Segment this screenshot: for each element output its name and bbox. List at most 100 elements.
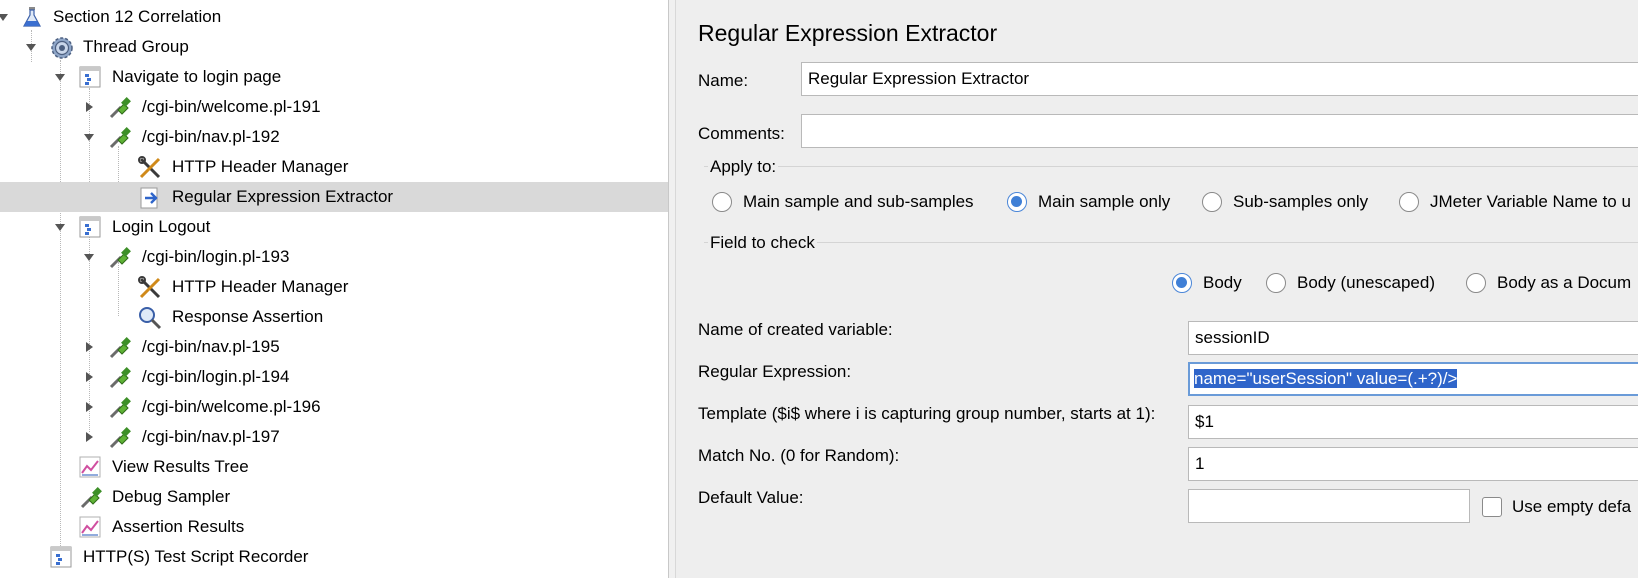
tree-node-label: /cgi-bin/login.pl-194 bbox=[142, 367, 290, 386]
radio-button[interactable] bbox=[1202, 192, 1222, 212]
radio-button[interactable] bbox=[1466, 273, 1486, 293]
tree-node-label: HTTP Header Manager bbox=[172, 157, 349, 176]
radio-main-and-sub-samples[interactable]: Main sample and sub-samples bbox=[712, 189, 974, 215]
comments-label: Comments: bbox=[698, 124, 785, 143]
tree-node-label: /cgi-bin/nav.pl-197 bbox=[142, 427, 280, 446]
thread-group-gear-icon bbox=[49, 35, 73, 59]
radio-main-sample-only[interactable]: Main sample only bbox=[1007, 189, 1170, 215]
tree-node-label: Assertion Results bbox=[112, 517, 245, 536]
tree-node-label: Regular Expression Extractor bbox=[172, 187, 394, 206]
expand-toggle-icon[interactable] bbox=[82, 400, 96, 414]
collapse-toggle-icon[interactable] bbox=[53, 70, 67, 84]
http-sampler-pipette-icon bbox=[107, 95, 131, 119]
tree-node-label: /cgi-bin/login.pl-193 bbox=[142, 247, 290, 266]
tree-node-http-sampler[interactable]: /cgi-bin/nav.pl-195 bbox=[0, 332, 668, 362]
radio-body-unescaped[interactable]: Body (unescaped) bbox=[1266, 270, 1435, 296]
header-manager-tools-icon bbox=[137, 275, 161, 299]
recorder-icon bbox=[49, 545, 73, 569]
tree-node-http-sampler[interactable]: /cgi-bin/nav.pl-197 bbox=[0, 422, 668, 452]
regex-extractor-panel: Regular Expression Extractor Name: Regul… bbox=[676, 0, 1638, 578]
collapse-toggle-icon[interactable] bbox=[82, 250, 96, 264]
collapse-toggle-icon[interactable] bbox=[24, 40, 38, 54]
http-sampler-pipette-icon bbox=[78, 485, 102, 509]
radio-label: Body as a Docum bbox=[1497, 273, 1632, 292]
radio-button[interactable] bbox=[1266, 273, 1286, 293]
default-value-label: Default Value: bbox=[698, 488, 804, 507]
tree-node-recorder[interactable]: HTTP(S) Test Script Recorder bbox=[0, 542, 668, 572]
template-label: Template ($i$ where i is capturing group… bbox=[698, 404, 1156, 423]
http-sampler-pipette-icon bbox=[107, 335, 131, 359]
tree-node-http-sampler[interactable]: /cgi-bin/login.pl-193 bbox=[0, 242, 668, 272]
radio-body-as-document[interactable]: Body as a Docum bbox=[1466, 270, 1631, 296]
regex-extractor-icon bbox=[137, 185, 161, 209]
tree-node-label: Debug Sampler bbox=[112, 487, 231, 506]
radio-button[interactable] bbox=[712, 192, 732, 212]
field-to-check-title: Field to check bbox=[708, 233, 817, 253]
name-input[interactable]: Regular Expression Extractor bbox=[801, 62, 1638, 96]
tree-node-test-plan[interactable]: Section 12 Correlation bbox=[0, 2, 668, 32]
tree-node-listener[interactable]: Assertion Results bbox=[0, 512, 668, 542]
tree-node-thread-group[interactable]: Thread Group bbox=[0, 32, 668, 62]
collapse-toggle-icon[interactable] bbox=[82, 130, 96, 144]
comments-input[interactable] bbox=[801, 114, 1638, 148]
checkbox-label: Use empty defa bbox=[1512, 497, 1632, 516]
expand-toggle-icon[interactable] bbox=[82, 340, 96, 354]
radio-label: Body bbox=[1203, 273, 1242, 292]
radio-button-selected[interactable] bbox=[1172, 273, 1192, 293]
http-sampler-pipette-icon bbox=[107, 395, 131, 419]
http-sampler-pipette-icon bbox=[107, 125, 131, 149]
apply-to-group-border bbox=[704, 166, 1638, 167]
expand-toggle-icon[interactable] bbox=[82, 430, 96, 444]
radio-jmeter-variable[interactable]: JMeter Variable Name to u bbox=[1399, 189, 1631, 215]
tree-node-transaction-controller[interactable]: Navigate to login page bbox=[0, 62, 668, 92]
tree-node-http-sampler[interactable]: /cgi-bin/login.pl-194 bbox=[0, 362, 668, 392]
split-pane-divider[interactable] bbox=[668, 0, 676, 578]
regex-input[interactable]: name="userSession" value=(.+?)/> bbox=[1188, 362, 1638, 396]
use-empty-default-checkbox[interactable]: Use empty defa bbox=[1482, 494, 1631, 520]
tree-node-transaction-controller[interactable]: Login Logout bbox=[0, 212, 668, 242]
tree-node-header-manager[interactable]: HTTP Header Manager bbox=[0, 152, 668, 182]
tree-node-regex-extractor[interactable]: Regular Expression Extractor bbox=[0, 182, 668, 212]
tree-node-header-manager[interactable]: HTTP Header Manager bbox=[0, 272, 668, 302]
radio-body[interactable]: Body bbox=[1172, 270, 1242, 296]
expand-toggle-icon[interactable] bbox=[82, 370, 96, 384]
test-plan-tree[interactable]: Section 12 Correlation Thread Group Navi… bbox=[0, 0, 668, 578]
transaction-controller-icon bbox=[78, 215, 102, 239]
transaction-controller-icon bbox=[78, 65, 102, 89]
tree-node-label: Section 12 Correlation bbox=[53, 7, 222, 26]
match-no-input[interactable]: 1 bbox=[1188, 447, 1638, 481]
radio-button-selected[interactable] bbox=[1007, 192, 1027, 212]
http-sampler-pipette-icon bbox=[107, 425, 131, 449]
tree-node-http-sampler[interactable]: /cgi-bin/nav.pl-192 bbox=[0, 122, 668, 152]
listener-graph-icon bbox=[78, 455, 102, 479]
header-manager-tools-icon bbox=[137, 155, 161, 179]
tree-node-http-sampler[interactable]: /cgi-bin/welcome.pl-191 bbox=[0, 92, 668, 122]
assertion-magnifier-icon bbox=[137, 305, 162, 330]
tree-node-label: /cgi-bin/nav.pl-192 bbox=[142, 127, 280, 146]
tree-node-label: Navigate to login page bbox=[112, 67, 282, 86]
test-plan-flask-icon bbox=[20, 5, 44, 29]
expand-toggle-icon[interactable] bbox=[82, 100, 96, 114]
apply-to-title: Apply to: bbox=[708, 157, 779, 177]
variable-name-label: Name of created variable: bbox=[698, 320, 893, 339]
radio-sub-samples-only[interactable]: Sub-samples only bbox=[1202, 189, 1368, 215]
variable-name-input[interactable]: sessionID bbox=[1188, 321, 1638, 355]
http-sampler-pipette-icon bbox=[107, 365, 131, 389]
tree-node-label: /cgi-bin/nav.pl-195 bbox=[142, 337, 280, 356]
tree-node-listener[interactable]: View Results Tree bbox=[0, 452, 668, 482]
name-label: Name: bbox=[698, 71, 749, 90]
tree-node-label: View Results Tree bbox=[112, 457, 249, 476]
tree-node-debug-sampler[interactable]: Debug Sampler bbox=[0, 482, 668, 512]
tree-node-response-assertion[interactable]: Response Assertion bbox=[0, 302, 668, 332]
checkbox[interactable] bbox=[1482, 497, 1502, 517]
match-no-label: Match No. (0 for Random): bbox=[698, 446, 900, 465]
collapse-toggle-icon[interactable] bbox=[0, 10, 10, 24]
regex-selected-text: name="userSession" value=(.+?)/> bbox=[1194, 369, 1458, 388]
default-value-input[interactable] bbox=[1188, 489, 1470, 523]
listener-graph-icon bbox=[78, 515, 102, 539]
tree-node-label: HTTP Header Manager bbox=[172, 277, 349, 296]
tree-node-http-sampler[interactable]: /cgi-bin/welcome.pl-196 bbox=[0, 392, 668, 422]
radio-button[interactable] bbox=[1399, 192, 1419, 212]
collapse-toggle-icon[interactable] bbox=[53, 220, 67, 234]
template-input[interactable]: $1 bbox=[1188, 405, 1638, 439]
